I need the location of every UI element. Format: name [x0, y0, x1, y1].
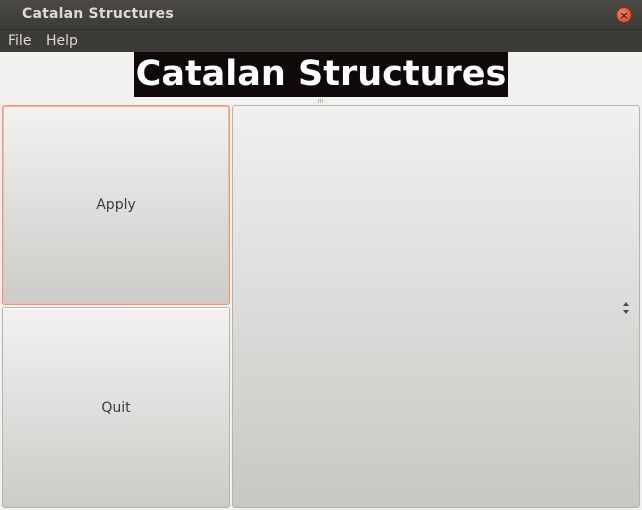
menu-bar: File Help: [0, 30, 642, 52]
structure-display-pane[interactable]: [232, 105, 640, 508]
quit-button[interactable]: Quit: [2, 307, 230, 508]
window-title: Catalan Structures: [22, 6, 174, 22]
menu-file[interactable]: File: [8, 33, 31, 49]
app-heading: Catalan Structures: [133, 52, 509, 97]
quit-button-label: Quit: [101, 399, 131, 416]
close-icon[interactable]: ×: [616, 7, 632, 23]
title-bar: Catalan Structures ×: [0, 0, 642, 30]
spinner-arrows-icon[interactable]: [623, 302, 631, 316]
apply-button-label: Apply: [96, 197, 136, 213]
apply-button[interactable]: Apply: [2, 105, 230, 305]
menu-help[interactable]: Help: [46, 33, 78, 49]
pane-grip-handle[interactable]: [318, 99, 324, 103]
heading-container: Catalan Structures: [0, 52, 642, 100]
